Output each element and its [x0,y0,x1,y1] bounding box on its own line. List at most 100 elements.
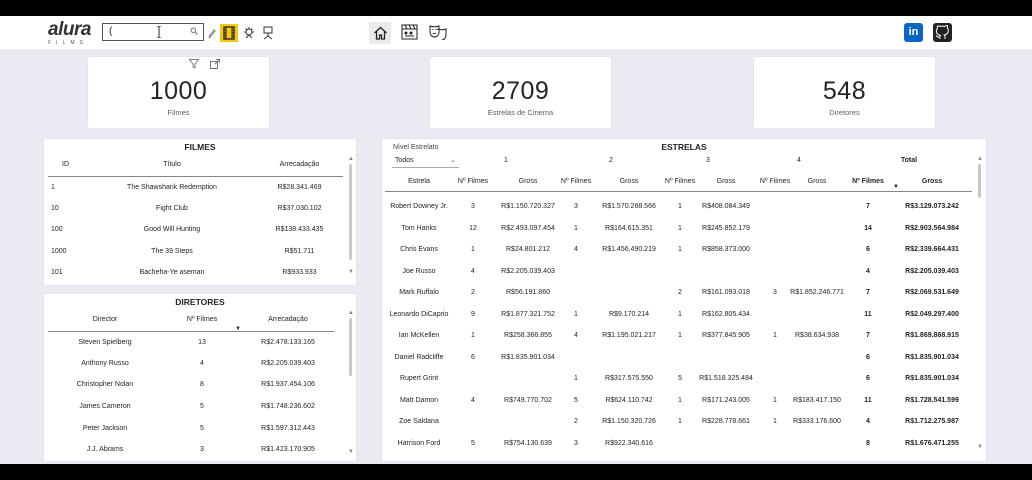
matrix-cell: 5 [574,396,578,404]
matrix-column-header[interactable]: Gross [693,178,759,185]
table-row[interactable]: Steven Spielberg 13 R$2.478.133.165 [48,331,334,353]
scroll-down-arrow[interactable]: ▼ [348,449,354,455]
table-row[interactable]: Anthony Russo 4 R$2.205.039.403 [48,353,334,375]
sort-desc-icon: ▼ [893,184,899,190]
matrix-column-header[interactable]: Estrela [384,178,454,185]
scrollbar[interactable] [349,318,352,376]
matrix-cell: 4 [574,246,578,253]
github-icon[interactable] [933,23,952,42]
scroll-down-arrow[interactable]: ▼ [977,444,983,450]
filter-icon[interactable] [189,59,199,69]
film-icon[interactable] [220,24,238,42]
table-row[interactable]: 1000 The 39 Steps R$51.711 [48,241,343,263]
matrix-column-header[interactable]: Nº Filmes [456,178,490,185]
sort-desc-icon: ▼ [235,325,241,332]
kpi-card-diretores[interactable]: 548 Diretores [754,57,935,128]
matrix-column-header[interactable]: Nº Filmes [663,178,697,185]
table-row[interactable]: Christopher Nolan 8 R$1.937.454.106 [48,374,334,396]
matrix-group-header: Total [900,157,918,164]
matrix-column-header[interactable]: Gross [896,178,968,185]
matrix-cell: 4 [866,418,870,425]
level-slicer-dropdown[interactable]: Todos ⌄ [392,155,459,168]
home-icon[interactable] [369,22,391,44]
matrix-column-header[interactable]: Gross [494,178,562,185]
matrix-cell: 3 [574,439,578,447]
cell-arrecadacao: R$1.748.236.602 [261,403,315,411]
cell-director: Christopher Nolan [76,381,134,389]
top-bar: alura FILMS ( in [0,16,1032,49]
kpi-card-estrelas[interactable]: 2709 Estrelas de Cinema [430,57,611,128]
estrelas-matrix-card: ESTRELAS Nível Estrelato Todos ⌄ 1 2 3 4 Tot… [382,139,986,461]
kpi-value: 1000 [149,77,208,105]
col-header-n-filmes[interactable]: Nº Filmes ▼ [162,308,242,332]
diretores-table: Director Nº Filmes ▼ Arrecadação Steven … [48,308,334,461]
chevron-down-icon: ⌄ [450,157,456,164]
col-header-arrecadacao[interactable]: Arrecadação [256,154,343,176]
award-stand-icon[interactable] [259,24,277,42]
theater-masks-icon[interactable] [428,22,448,42]
table-row[interactable]: 1 The Shawshank Redemption R$28.341.469 [48,176,343,198]
matrix-cell: R$161.093.018 [702,289,750,296]
matrix-cell: 6 [866,353,870,361]
matrix-group-header: 2 [609,157,613,164]
col-header-titulo[interactable]: Título [88,154,256,176]
cell-n-filmes: 13 [198,338,206,346]
matrix-cell: 4 [471,267,475,275]
matrix-column-header[interactable]: Nº Filmes [559,178,593,185]
table-row[interactable]: 100 Good Will Hunting R$138.433.435 [48,219,343,241]
table-row[interactable]: Peter Jackson 5 R$1.597.312.443 [48,417,334,439]
matrix-cell: R$408.084.349 [702,203,750,210]
scrollbar[interactable] [349,164,352,260]
matrix-cell: R$1.676.471.255 [905,439,959,447]
matrix-group-header: 1 [504,157,508,164]
matrix-cell: R$9.170.214 [608,310,650,318]
matrix-cell: R$2.493.097.454 [501,224,555,232]
table-row[interactable]: James Cameron 5 R$1.748.236.602 [48,396,334,418]
matrix-column-header[interactable]: Gross [592,178,666,185]
table-header-row: Director Nº Filmes ▼ Arrecadação [48,308,334,332]
matrix-cell: 1 [574,310,578,318]
scroll-up-arrow[interactable]: ▲ [977,156,983,162]
col-header-arrecadacao[interactable]: Arrecadação [242,308,334,331]
pencil-icon[interactable] [207,25,217,43]
cell-estrela: Rupert Grint [399,375,439,382]
col-header-id[interactable]: ID [48,154,88,176]
matrix-cell: 4 [574,332,578,339]
table-row[interactable]: 10 Fight Club R$37.030.102 [48,198,343,220]
search-input[interactable]: ( [102,23,204,41]
matrix-cell: 9 [471,310,475,318]
kpi-label: Filmes [167,108,190,117]
table-row[interactable]: J.J. Abrams 3 R$1.423.170.905 [48,439,334,461]
matrix-cell: R$1.835.901.034 [905,353,959,361]
level-slicer-label: Nível Estrelato [393,144,439,151]
matrix-cell: R$1.869.868.915 [905,332,959,339]
cell-director: Anthony Russo [81,359,129,367]
diretores-title: DIRETORES [175,297,225,307]
cell-arrecadacao: R$51.711 [284,247,315,255]
matrix-column-header[interactable]: Gross [787,178,847,185]
matrix-column-header[interactable]: Nº Filmes [848,178,888,185]
matrix-cell: R$183.417.150 [793,396,841,404]
matrix-cell: R$1.150.320.726 [602,418,656,425]
kpi-card-filmes[interactable]: 1000 Filmes [88,57,269,128]
scroll-up-arrow[interactable]: ▲ [348,310,354,316]
matrix-cell: R$228.778.661 [702,418,750,425]
col-header-director[interactable]: Director [48,308,162,331]
linkedin-icon[interactable]: in [904,23,923,42]
matrix-cell: R$1.195.021.217 [602,332,656,339]
cell-id: 1000 [51,247,67,255]
award-icon[interactable] [240,24,258,42]
focus-mode-icon[interactable] [210,59,220,69]
scroll-down-arrow[interactable]: ▼ [348,269,354,275]
clapperboard-icon[interactable] [399,22,419,42]
cell-director: Peter Jackson [82,424,128,432]
scroll-up-arrow[interactable]: ▲ [348,156,354,162]
matrix-cell: R$258.366.855 [504,332,552,339]
matrix-cell: 1 [678,418,682,425]
matrix-cell: R$2.049.297.400 [905,310,959,318]
table-row[interactable]: 101 Bacheha-Ye aseman R$933.933 [48,262,343,284]
search-value: ( [109,26,113,37]
scrollbar[interactable] [978,164,981,198]
matrix-cell: 6 [866,246,870,253]
cell-estrela: Tom Hanks [401,224,437,232]
